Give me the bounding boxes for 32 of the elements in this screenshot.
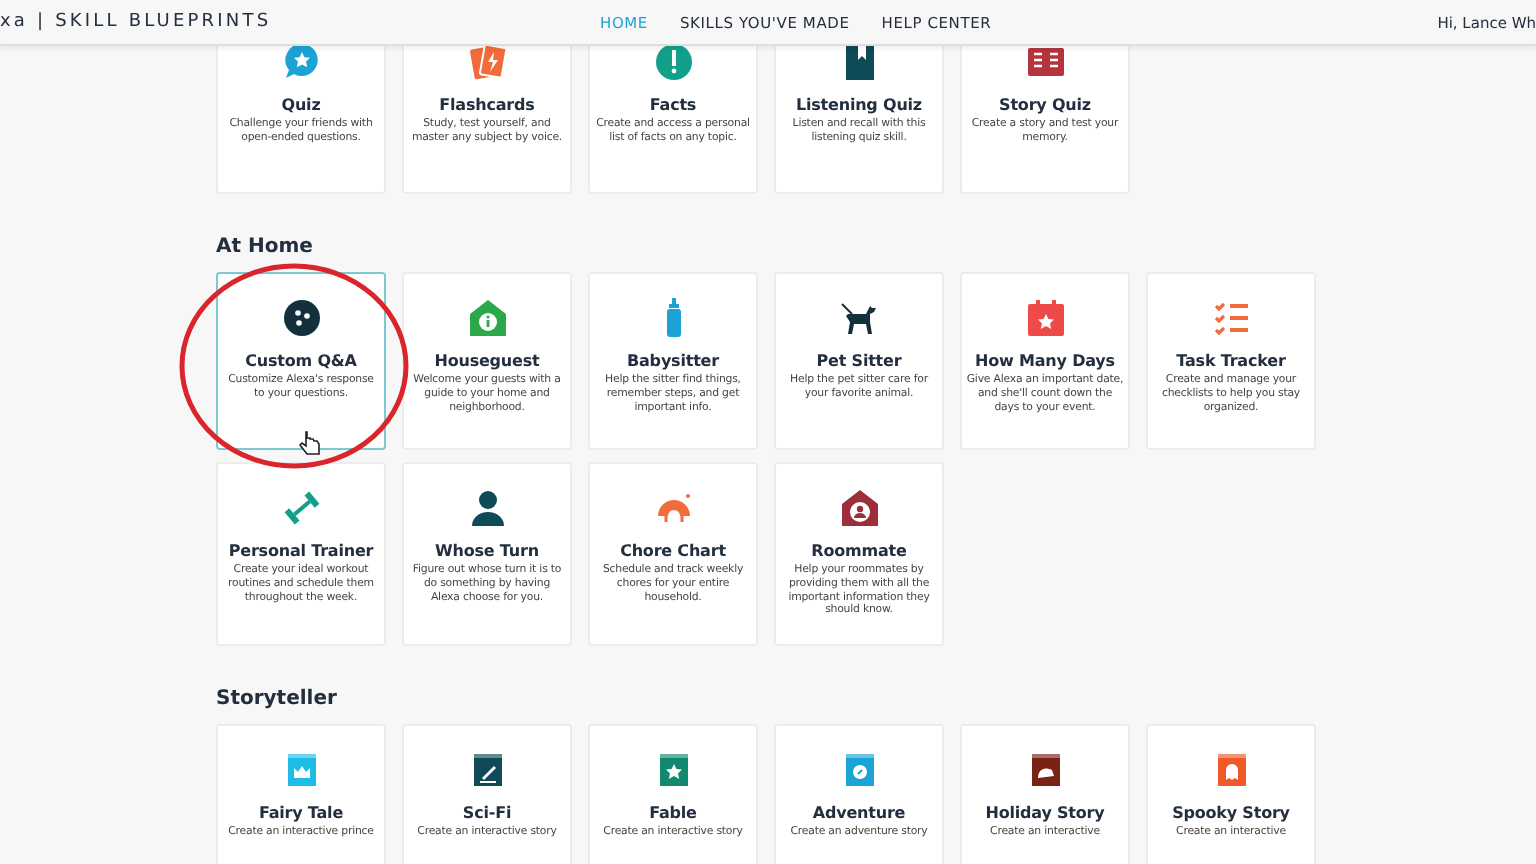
dog-icon [839, 298, 879, 338]
house-person-icon [839, 488, 879, 528]
card-title: Personal Trainer [228, 542, 374, 560]
card-title: Whose Turn [435, 542, 539, 560]
card-title: Story Quiz [999, 96, 1091, 114]
card-title: Babysitter [627, 352, 719, 370]
dumbbell-icon [281, 488, 321, 528]
card-title: Sci-Fi [462, 804, 512, 822]
card-title: Chore Chart [620, 542, 726, 560]
section-heading: Storyteller [216, 688, 339, 714]
card-title: Facts [649, 96, 697, 114]
card-title: Flashcards [439, 96, 535, 114]
card-title: Pet Sitter [816, 352, 902, 370]
card-title: Fable [649, 804, 697, 822]
dots-icon [281, 298, 321, 338]
site-title: xa | SKILL BLUEPRINTS [0, 12, 274, 32]
card-title: Spooky Story [1172, 804, 1290, 822]
hand-cursor-icon [298, 431, 320, 455]
card-title: Adventure [812, 804, 906, 822]
checklist-icon [1211, 298, 1251, 338]
card-title: How Many Days [975, 352, 1115, 370]
card-title: Custom Q&A [245, 352, 357, 370]
card-title: Fairy Tale [258, 804, 344, 822]
card-title: Task Tracker [1176, 352, 1286, 370]
card-title: Listening Quiz [796, 96, 922, 114]
card-title: Quiz [281, 96, 321, 114]
card-title: Houseguest [434, 352, 540, 370]
card-title: Roommate [811, 542, 907, 560]
card-title: Holiday Story [985, 804, 1105, 822]
house-info-icon [467, 298, 507, 338]
person-icon [467, 488, 507, 528]
section-heading: At Home [216, 236, 315, 262]
